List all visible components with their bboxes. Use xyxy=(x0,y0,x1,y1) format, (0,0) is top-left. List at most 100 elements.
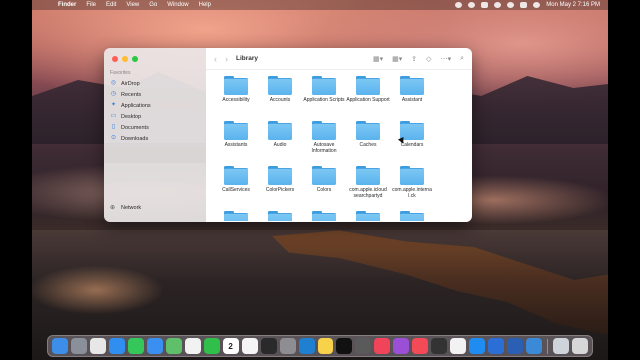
folder-icon xyxy=(312,166,336,185)
zoom-button[interactable] xyxy=(132,56,138,62)
calculator-icon[interactable] xyxy=(355,338,372,354)
folder-item[interactable]: Autosave Information xyxy=(302,119,346,162)
folder-icon xyxy=(356,211,380,221)
folder-item[interactable]: Application Scripts xyxy=(302,74,346,117)
siri-icon[interactable] xyxy=(533,2,541,8)
downloads-stack-icon[interactable] xyxy=(553,338,570,354)
sidebar-list: ◎ AirDrop ◷ Recents ✦ Applications ▭ Des… xyxy=(110,78,202,144)
podcasts-icon[interactable] xyxy=(393,338,410,354)
folder-icon xyxy=(224,211,248,221)
sidebar-item-applications[interactable]: ✦ Applications xyxy=(110,100,202,111)
folder-icon xyxy=(224,121,248,140)
sidebar-item-recents[interactable]: ◷ Recents xyxy=(110,89,202,100)
folder-label: Application Scripts xyxy=(303,97,345,103)
tv-icon[interactable] xyxy=(431,338,448,354)
notes2-icon[interactable] xyxy=(317,338,334,354)
word-icon[interactable] xyxy=(507,338,524,354)
photos-icon[interactable] xyxy=(184,338,201,354)
back-button[interactable]: ‹ xyxy=(214,54,217,64)
folder-item[interactable]: Accounts xyxy=(258,74,302,117)
sidebar-item-label: Applications xyxy=(121,102,151,109)
facetime-icon[interactable] xyxy=(203,338,220,354)
forward-button[interactable]: › xyxy=(225,54,228,64)
folder-item[interactable]: Colors xyxy=(302,164,346,207)
menu-edit[interactable]: Edit xyxy=(106,2,116,8)
preview-icon[interactable] xyxy=(526,338,543,354)
folder-icon xyxy=(356,121,380,140)
folder-icon xyxy=(268,76,292,95)
trash-icon[interactable] xyxy=(572,338,589,354)
view-icons-button[interactable]: ▦▾ xyxy=(373,55,383,63)
vscode-icon[interactable] xyxy=(298,338,315,354)
menu-help[interactable]: Help xyxy=(199,2,211,8)
folder-item[interactable] xyxy=(258,209,302,221)
menu-window[interactable]: Window xyxy=(167,2,188,8)
airdrop-icon: ◎ xyxy=(110,80,117,86)
finder-icon[interactable] xyxy=(51,338,68,354)
mail-icon[interactable] xyxy=(146,338,163,354)
menu-app-name[interactable]: Finder xyxy=(58,2,76,8)
appstore-icon[interactable] xyxy=(469,338,486,354)
wifi-icon[interactable] xyxy=(494,2,502,8)
menu-clock[interactable]: Mon May 2 7:16 PM xyxy=(546,2,600,8)
folder-item[interactable]: Calendars xyxy=(390,119,434,162)
battery-icon[interactable] xyxy=(481,2,489,8)
camera-icon[interactable] xyxy=(455,2,463,8)
xcode-icon[interactable] xyxy=(488,338,505,354)
sidebar-item-airdrop[interactable]: ◎ AirDrop xyxy=(110,78,202,89)
chrome-icon[interactable] xyxy=(89,338,106,354)
sidebar-item-label: AirDrop xyxy=(121,80,140,87)
settings-icon[interactable] xyxy=(279,338,296,354)
menu-go[interactable]: Go xyxy=(149,2,157,8)
music-icon[interactable] xyxy=(374,338,391,354)
appletv-icon[interactable] xyxy=(336,338,353,354)
calendar-icon[interactable]: 2 xyxy=(222,338,239,354)
folder-item[interactable]: Audio xyxy=(258,119,302,162)
folder-item[interactable]: ColorPickers xyxy=(258,164,302,207)
more-options-button[interactable]: ⋯▾ xyxy=(441,55,452,63)
sidebar-item-documents[interactable]: ▯ Documents xyxy=(110,122,202,133)
folder-item[interactable] xyxy=(214,209,258,221)
folder-item[interactable] xyxy=(390,209,434,221)
launchpad-icon[interactable] xyxy=(70,338,87,354)
sidebar-placeholder xyxy=(104,143,206,163)
sidebar-item-desktop[interactable]: ▭ Desktop xyxy=(110,111,202,122)
search-icon[interactable] xyxy=(507,2,515,8)
folder-item[interactable] xyxy=(346,209,390,221)
sidebar-item-network[interactable]: ⊕ Network xyxy=(110,204,142,212)
maps-icon[interactable] xyxy=(165,338,182,354)
folder-item[interactable]: com.apple.interna l.ck xyxy=(390,164,434,207)
reminders-icon[interactable] xyxy=(450,338,467,354)
menu-view[interactable]: View xyxy=(126,2,139,8)
folder-item[interactable]: Assistants xyxy=(214,119,258,162)
folder-item[interactable]: com.apple.icloud searchpartyd xyxy=(346,164,390,207)
news-icon[interactable] xyxy=(412,338,429,354)
folder-item[interactable]: Assistant xyxy=(390,74,434,117)
group-button[interactable]: ▦▾ xyxy=(392,55,402,63)
folder-item[interactable] xyxy=(302,209,346,221)
clock-icon: ◷ xyxy=(110,91,117,97)
notes-icon[interactable] xyxy=(241,338,258,354)
share-icon[interactable]: ⇪ xyxy=(411,55,417,63)
record-icon[interactable] xyxy=(468,2,476,8)
sidebar-item-label: Network xyxy=(121,204,142,211)
dock-separator xyxy=(547,338,549,354)
minimize-button[interactable] xyxy=(122,56,128,62)
folder-label: com.apple.interna l.ck xyxy=(392,187,432,199)
folder-item[interactable]: CallServices xyxy=(214,164,258,207)
desktop-icon: ▭ xyxy=(110,113,117,119)
terminal-icon[interactable] xyxy=(260,338,277,354)
control-center-icon[interactable] xyxy=(520,2,528,8)
folder-grid: Accessibility Accounts Application Scrip… xyxy=(214,74,464,221)
folder-item[interactable]: Accessibility xyxy=(214,74,258,117)
safari-icon[interactable] xyxy=(108,338,125,354)
folder-item[interactable]: Caches xyxy=(346,119,390,162)
search-icon[interactable]: ⌕ xyxy=(460,55,464,63)
folder-label: ColorPickers xyxy=(265,187,295,193)
sidebar-item-label: Downloads xyxy=(121,135,149,142)
messages-icon[interactable] xyxy=(127,338,144,354)
folder-item[interactable]: Application Support xyxy=(346,74,390,117)
close-button[interactable] xyxy=(112,56,118,62)
menu-file[interactable]: File xyxy=(86,2,96,8)
tag-icon[interactable]: ◇ xyxy=(426,55,431,63)
